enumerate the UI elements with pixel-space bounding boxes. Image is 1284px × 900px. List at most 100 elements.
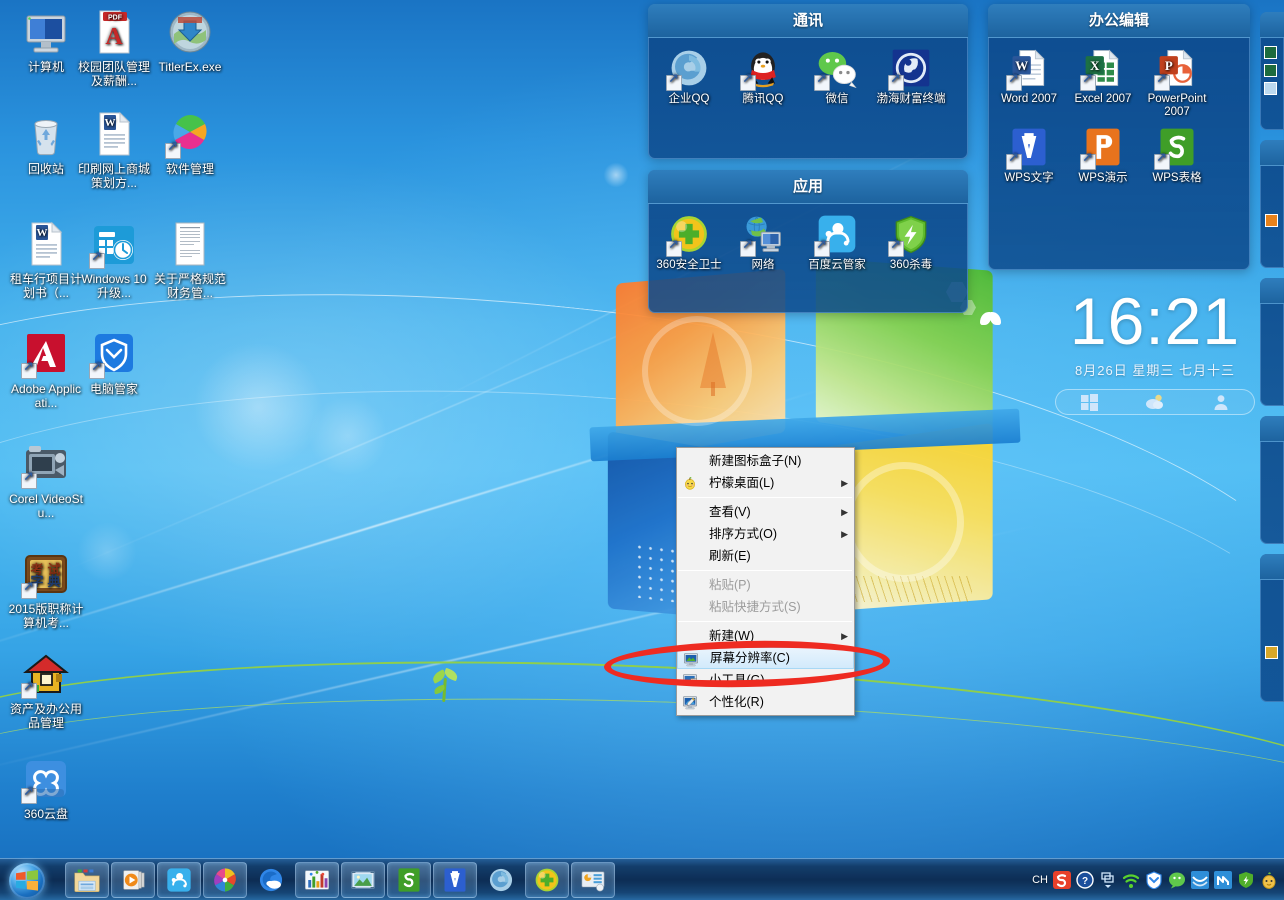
desktop-context-menu[interactable]: 新建图标盒子(N) 柠檬桌面(L) ▶ 查看(V) ▶ 排序方式(O) ▶ 刷新(E) 粘贴(P…: [676, 447, 855, 716]
edge-panel-partial[interactable]: [1260, 140, 1284, 268]
lemon-desktop-tray-icon[interactable]: [1260, 871, 1278, 889]
360-browser-task[interactable]: [203, 861, 247, 898]
text-document-icon: [166, 220, 214, 268]
baidu-cloud-task[interactable]: [157, 861, 201, 898]
svg-text:典: 典: [47, 574, 60, 589]
desktop-icon-5[interactable]: 软件管理: [152, 110, 228, 176]
mail-tray-icon[interactable]: [1191, 870, 1209, 889]
shortcut-overlay-icon: [21, 785, 37, 804]
desktop-icon-11[interactable]: Corel VideoStu...: [8, 440, 84, 520]
help-tray-icon[interactable]: ?: [1076, 870, 1094, 889]
weather-button[interactable]: [1138, 392, 1172, 412]
windows-store-button[interactable]: [1072, 392, 1106, 412]
menu-item-13[interactable]: 个性化(R): [677, 691, 854, 713]
panel-icon-1-3[interactable]: 360杀毒: [874, 212, 948, 272]
desktop-icon-13[interactable]: 资产及办公用品管理: [8, 650, 84, 730]
shortcut-overlay-icon: [89, 360, 105, 379]
chart-app-task[interactable]: [295, 861, 339, 898]
desktop-icon-14[interactable]: 360云盘: [8, 755, 84, 821]
enterprise-qq-icon: [666, 46, 711, 91]
qq-browser-task[interactable]: [249, 862, 293, 898]
desktop-icon-0[interactable]: 计算机: [8, 8, 84, 74]
clock-time: 16:21: [1069, 284, 1241, 358]
panel-icon-2-0[interactable]: W Word 2007: [992, 46, 1066, 119]
shortcut-overlay-icon: [21, 360, 37, 379]
desktop-icon-10[interactable]: 电脑管家: [76, 330, 152, 396]
panel-icon-label: Excel 2007: [1074, 93, 1132, 105]
panel-icon-0-1[interactable]: 腾讯QQ: [726, 46, 800, 106]
control-panel-task[interactable]: [571, 861, 615, 898]
menu-item-7: 粘贴(P): [677, 574, 854, 596]
panel-icon-2-2[interactable]: PPowerPoint 2007: [1140, 46, 1214, 119]
menu-item-0[interactable]: 新建图标盒子(N): [677, 450, 854, 472]
panel-icon-2-3[interactable]: WPS文字: [992, 125, 1066, 185]
360-antivirus-tray-icon[interactable]: [1237, 871, 1255, 889]
panel-icon-label: PowerPoint 2007: [1147, 93, 1207, 118]
panel-icon-label: 网络: [751, 259, 775, 271]
pc-manager-tray-icon[interactable]: [1145, 870, 1163, 890]
desktop-icon-3[interactable]: 回收站: [8, 110, 84, 176]
desktop-icon-label: Adobe Applicati...: [10, 382, 82, 410]
personalize-icon: [682, 694, 698, 710]
show-hidden-icons-button[interactable]: [1099, 871, 1117, 889]
desktop-icon-9[interactable]: Adobe Applicati...: [8, 330, 84, 410]
wifi-tray-icon[interactable]: [1122, 871, 1140, 889]
panel-icon-2-5[interactable]: WPS表格: [1140, 125, 1214, 185]
desktop-panel-2[interactable]: 办公编辑 W Word 2007 X Excel 2007 PPowerPoint 200…: [988, 4, 1250, 270]
edge-panel-partial[interactable]: [1260, 416, 1284, 544]
menu-item-11[interactable]: 屏幕分辨率(C): [677, 647, 854, 669]
desktop-icon-4[interactable]: W 印刷网上商城策划方...: [76, 110, 152, 190]
edge-panel-partial[interactable]: [1260, 554, 1284, 702]
wps-writer-task[interactable]: [433, 861, 477, 898]
panel-icon-0-0[interactable]: 企业QQ: [652, 46, 726, 106]
desktop-icon-12[interactable]: 考试字典 2015版职称计算机考...: [8, 550, 84, 630]
desktop-panel-1[interactable]: 应用 360安全卫士 网络 百度云管家 360杀毒: [648, 170, 968, 313]
panel-icon-1-0[interactable]: 360安全卫士: [652, 212, 726, 272]
desktop-icon-1[interactable]: PDF A 校园团队管理及薪酬...: [76, 8, 152, 88]
sogou-pinyin-tray-icon[interactable]: [1053, 870, 1071, 889]
desktop-panel-0[interactable]: 通讯企业QQ 腾讯QQ 微信 渤海财富终端: [648, 4, 968, 159]
file-explorer-task[interactable]: [65, 861, 109, 898]
360-safe-guard-task[interactable]: [525, 861, 569, 898]
wechat-tray-icon[interactable]: [1168, 871, 1186, 889]
enterprise-qq-task[interactable]: [479, 862, 523, 898]
desktop-icon-7[interactable]: Windows 10 升级...: [76, 220, 152, 300]
edge-panel-partial[interactable]: [1260, 278, 1284, 406]
panel-icon-2-1[interactable]: X Excel 2007: [1066, 46, 1140, 119]
start-orb-button[interactable]: [2, 860, 56, 900]
menu-item-3[interactable]: 查看(V) ▶: [677, 501, 854, 523]
menu-item-10[interactable]: 新建(W) ▶: [677, 625, 854, 647]
exam-dictionary-icon: 考试字典: [21, 550, 70, 599]
input-method-indicator[interactable]: CH: [1032, 874, 1048, 886]
photo-viewer-task[interactable]: [341, 861, 385, 898]
edge-panel-partial[interactable]: [1260, 12, 1284, 130]
panel-icon-label: 百度云管家: [808, 259, 866, 271]
panel-icon-0-3[interactable]: 渤海财富终端: [874, 46, 948, 106]
desktop-icon-label: 360云盘: [23, 807, 69, 821]
folder-icon: [73, 866, 101, 894]
menu-item-1[interactable]: 柠檬桌面(L) ▶: [677, 472, 854, 494]
panel-icon-label: 360杀毒: [889, 259, 933, 271]
software-manager-icon: [165, 110, 214, 159]
media-player-task[interactable]: [111, 861, 155, 898]
wps-spreadsheet-task[interactable]: [387, 861, 431, 898]
shortcut-overlay-icon: [165, 140, 181, 159]
menu-item-4[interactable]: 排序方式(O) ▶: [677, 523, 854, 545]
taskbar[interactable]: CH?: [0, 858, 1284, 900]
menu-item-12[interactable]: 小工具(G): [677, 669, 854, 691]
panel-icon-0-2[interactable]: 微信: [800, 46, 874, 106]
baidu-cloud-icon: [814, 212, 859, 257]
user-button[interactable]: [1204, 392, 1238, 412]
system-tray[interactable]: CH?: [1032, 859, 1284, 900]
panel-icon-2-4[interactable]: WPS演示: [1066, 125, 1140, 185]
menu-item-5[interactable]: 刷新(E): [677, 545, 854, 567]
clock-widget[interactable]: 16:21 8月26日 星期三 七月十三: [1055, 288, 1255, 415]
desktop-icon-2[interactable]: TitlerEx.exe: [152, 8, 228, 74]
panel-icon-label: WPS演示: [1078, 172, 1128, 184]
netease-tray-icon[interactable]: [1214, 870, 1232, 889]
desktop-icon-8[interactable]: 关于严格规范财务管...: [152, 220, 228, 300]
shortcut-overlay-icon: [1154, 72, 1170, 91]
panel-icon-1-1[interactable]: 网络: [726, 212, 800, 272]
panel-icon-1-2[interactable]: 百度云管家: [800, 212, 874, 272]
desktop-icon-6[interactable]: W 租车行项目计划书（...: [8, 220, 84, 300]
